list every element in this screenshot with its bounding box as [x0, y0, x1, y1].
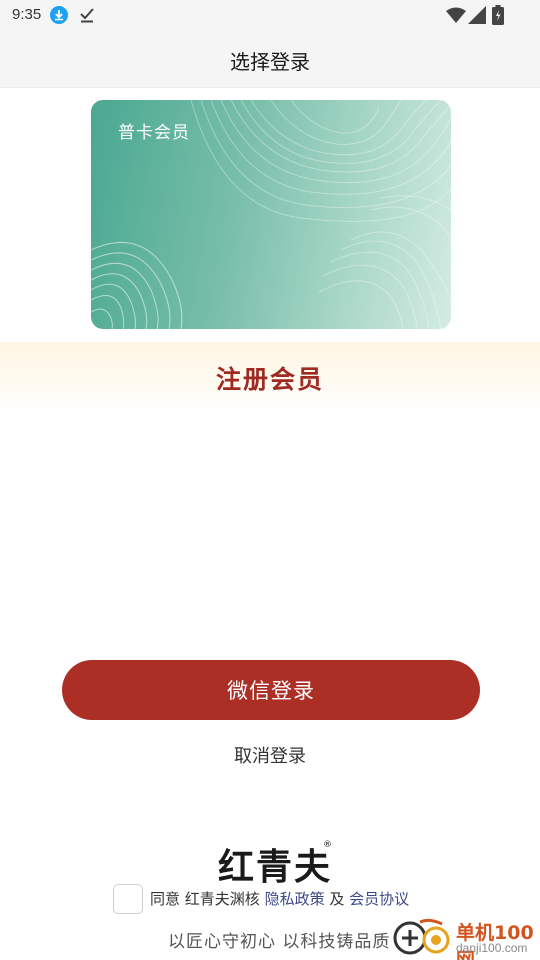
nav-bar: 选择登录 [0, 30, 540, 88]
agreement-text: 同意 红青夫渊核 隐私政策 及 会员协议 [150, 888, 409, 909]
battery-icon [492, 5, 504, 25]
register-banner[interactable]: 注册会员 [0, 342, 540, 410]
and-text: 及 [329, 890, 345, 908]
cancel-login-link[interactable]: 取消登录 [0, 742, 540, 768]
slogan: 以匠心守初心 以科技铸品质 [168, 932, 391, 952]
register-member-link[interactable]: 注册会员 [0, 360, 540, 396]
status-bar: 9:35 [0, 0, 540, 30]
member-card[interactable]: 普卡会员 [91, 100, 451, 329]
download-icon [50, 6, 68, 24]
registered-mark: ® [323, 840, 332, 850]
watermark-logo-icon [393, 918, 450, 955]
member-agreement-link[interactable]: 会员协议 [349, 890, 409, 908]
privacy-policy-link[interactable]: 隐私政策 [265, 890, 325, 908]
watermark-url: danji100.com [456, 941, 528, 955]
agree-checkbox[interactable] [113, 884, 143, 914]
status-time: 9:35 [12, 6, 42, 23]
wifi-icon [446, 7, 466, 23]
watermark: 单机100网 danji100.com [390, 914, 540, 960]
agree-prefix: 同意 红青夫渊核 [150, 890, 260, 908]
signal-icon [468, 6, 486, 24]
brand-logo: 红青夫 [218, 847, 333, 888]
page-title: 选择登录 [230, 50, 310, 74]
card-tier-label: 普卡会员 [118, 123, 190, 143]
check-icon [80, 8, 94, 23]
wechat-login-button[interactable]: 微信登录 [62, 660, 480, 720]
